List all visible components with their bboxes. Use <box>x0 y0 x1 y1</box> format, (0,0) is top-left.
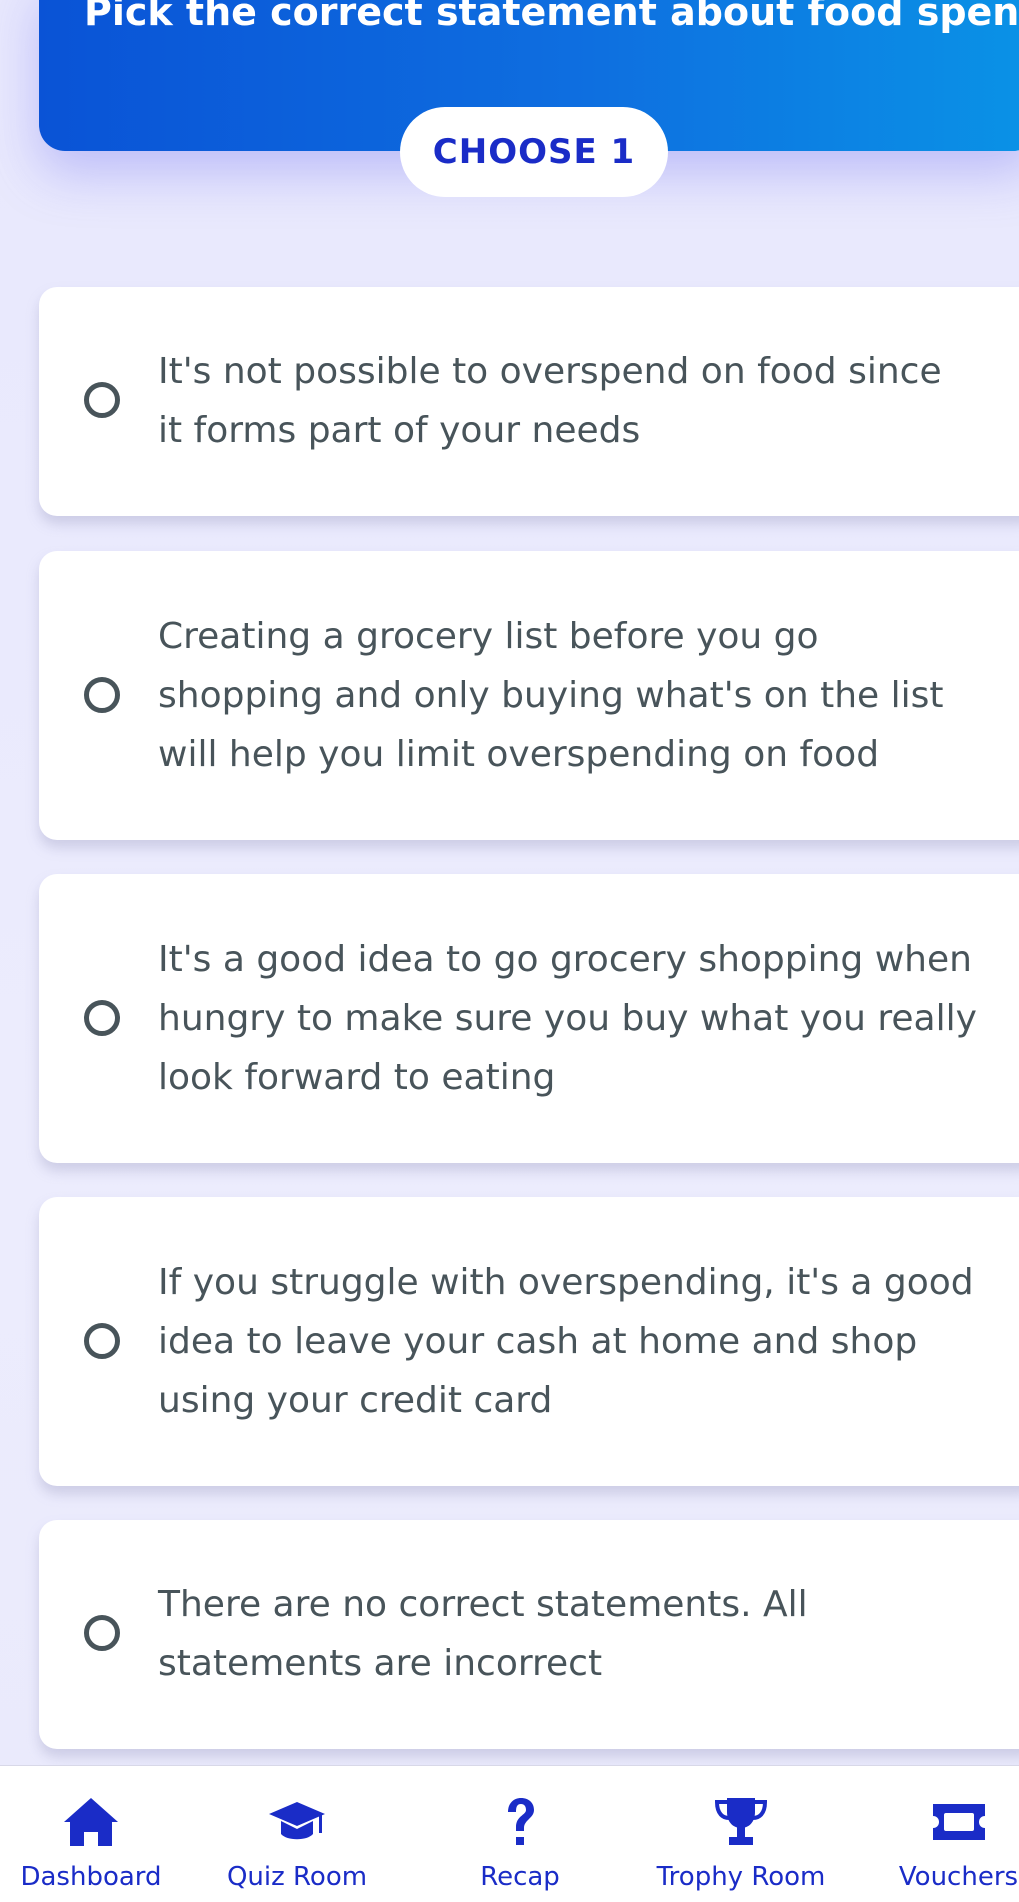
nav-label: Quiz Room <box>226 1862 368 1892</box>
answer-option-4[interactable]: If you struggle with overspending, it's … <box>39 1197 1019 1486</box>
option-text-line: Creating a grocery list before you go <box>158 616 819 657</box>
option-text-line: hungry to make sure you buy what you rea… <box>158 998 977 1039</box>
answer-option-1[interactable]: It's not possible to overspend on food s… <box>39 287 1019 516</box>
answer-option-3[interactable]: It's a good idea to go grocery shopping … <box>39 874 1019 1163</box>
quiz-page: Pick the correct statement about food sp… <box>0 0 1019 1902</box>
option-text-line: using your credit card <box>158 1380 553 1421</box>
radio-button[interactable] <box>84 1615 120 1651</box>
option-text-line: If you struggle with overspending, it's … <box>158 1262 974 1303</box>
option-text-line: it forms part of your needs <box>158 410 641 451</box>
radio-button[interactable] <box>84 382 120 418</box>
question-text: Pick the correct statement about food sp… <box>84 0 1019 34</box>
option-text: It's a good idea to go grocery shopping … <box>158 930 1019 1107</box>
option-text-line: will help you limit overspending on food <box>158 734 880 775</box>
radio-button[interactable] <box>84 1323 120 1359</box>
option-text-line: It's a good idea to go grocery shopping … <box>158 939 972 980</box>
nav-item-quiz-room[interactable]: Quiz Room <box>207 1766 387 1902</box>
trophy-icon <box>714 1798 768 1845</box>
nav-label: Dashboard <box>20 1862 162 1892</box>
option-text-line: idea to leave your cash at home and shop <box>158 1321 918 1362</box>
nav-label: Vouchers <box>898 1862 1019 1892</box>
choose-count-badge: CHOOSE 1 <box>400 107 668 197</box>
nav-label: Recap <box>480 1862 560 1892</box>
nav-item-recap[interactable]: Recap <box>430 1766 610 1902</box>
nav-item-dashboard[interactable]: Dashboard <box>0 1766 182 1902</box>
option-text: If you struggle with overspending, it's … <box>158 1253 1019 1430</box>
answer-option-5[interactable]: There are no correct statements. All sta… <box>39 1520 1019 1749</box>
option-text-line: statements are incorrect <box>158 1643 603 1684</box>
option-text: It's not possible to overspend on food s… <box>158 342 1019 460</box>
option-text-line: shopping and only buying what's on the l… <box>158 675 944 716</box>
radio-button[interactable] <box>84 677 120 713</box>
answer-option-2[interactable]: Creating a grocery list before you go sh… <box>39 551 1019 840</box>
option-text-line: It's not possible to overspend on food s… <box>158 351 942 392</box>
option-text: There are no correct statements. All sta… <box>158 1575 1019 1693</box>
nav-label: Trophy Room <box>656 1862 826 1892</box>
question-mark-icon <box>508 1798 534 1845</box>
option-text: Creating a grocery list before you go sh… <box>158 607 1019 784</box>
nav-item-vouchers[interactable]: Vouchers <box>898 1766 1019 1902</box>
home-icon <box>64 1798 118 1846</box>
graduation-cap-icon <box>269 1802 325 1840</box>
bottom-nav: Dashboard Quiz Room Recap Trophy Room Vo… <box>0 1765 1019 1902</box>
option-text-line: look forward to eating <box>158 1057 556 1098</box>
radio-button[interactable] <box>84 1000 120 1036</box>
ticket-icon <box>932 1804 985 1840</box>
nav-item-trophy-room[interactable]: Trophy Room <box>650 1766 832 1902</box>
option-text-line: There are no correct statements. All <box>158 1584 808 1625</box>
